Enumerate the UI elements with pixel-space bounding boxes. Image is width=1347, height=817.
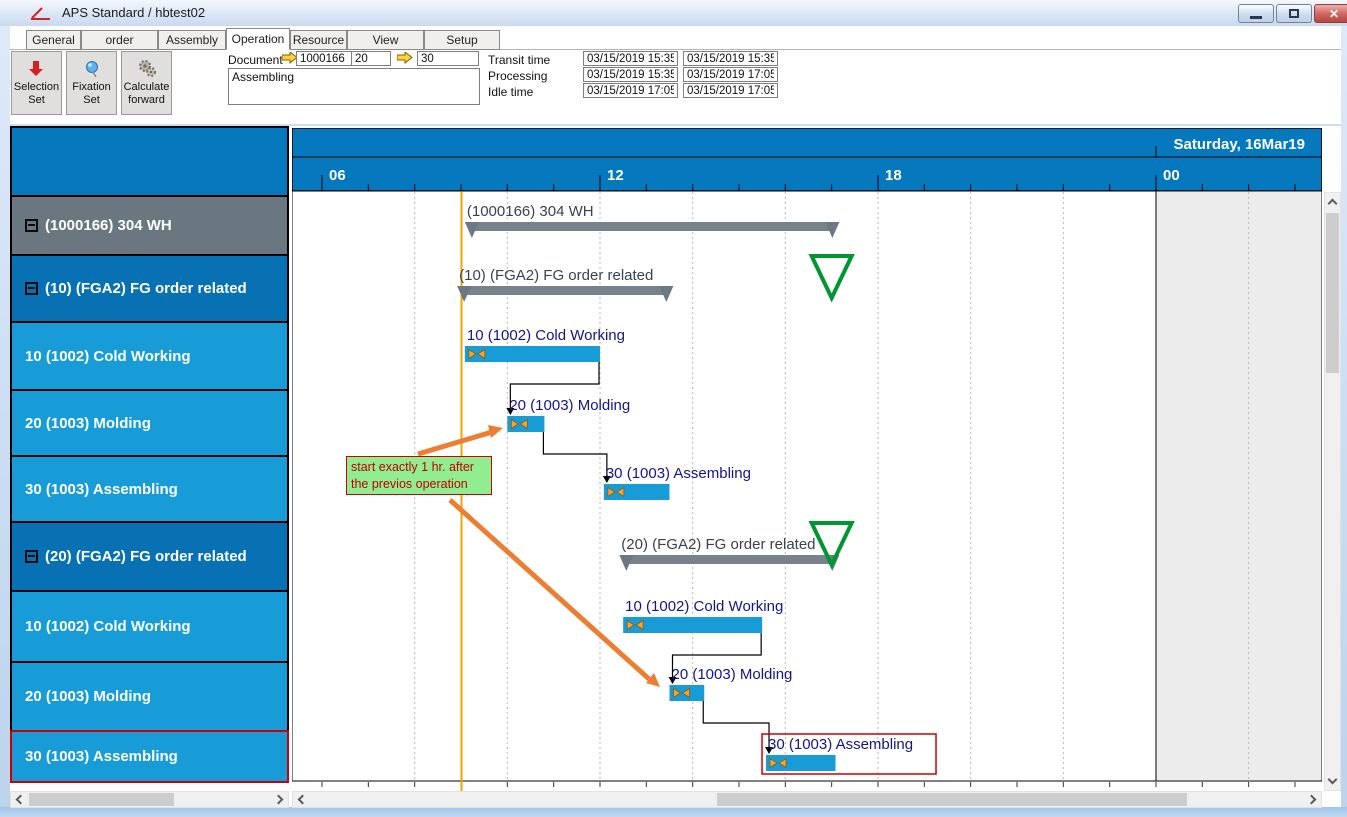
scroll-left-icon[interactable] [16,795,26,805]
tab-order[interactable]: order [81,30,158,50]
chart-vertical-scrollbar[interactable] [1324,192,1341,791]
toolbar-button-label: Calculate [124,81,170,94]
red-down-arrow-icon [29,57,44,81]
next-day-area [1156,192,1321,780]
arrow-right-icon [397,52,413,64]
sidebar-row-label: (20) (FGA2) FG order related [45,548,247,565]
operation-to-field[interactable] [417,51,479,66]
sidebar-row-label: 20 (1003) Molding [25,688,151,705]
tab-view[interactable]: View [347,30,424,50]
sidebar-row-label: 10 (1002) Cold Working [25,618,191,635]
annotation-note: start exactly 1 hr. after the previos op… [346,456,492,495]
scrollbar-thumb[interactable] [29,793,174,806]
sidebar-row[interactable]: 10 (1002) Cold Working [10,321,289,391]
operation-bar[interactable] [623,617,762,633]
collapse-icon[interactable] [25,219,38,232]
pushpin-icon [84,57,100,81]
scrollbar-thumb[interactable] [717,793,1187,806]
operation-description-box[interactable]: Assembling [228,68,480,105]
time-row-label: Processing [488,69,547,83]
selection-set-button[interactable]: SelectionSet [11,51,62,115]
sidebar-row-label: (10) (FGA2) FG order related [45,280,247,297]
scrollbar-thumb[interactable] [1326,213,1339,373]
app-window: APS Standard / hbtest02 ✕ GeneralorderAs… [0,0,1347,817]
minimize-button[interactable] [1238,4,1274,23]
gantt-row-label: 20 (1003) Molding [671,666,792,683]
sidebar-row[interactable]: 20 (1003) Molding [10,389,289,457]
tab-assembly[interactable]: Assembly [158,30,226,50]
sidebar-row[interactable]: (10) (FGA2) FG order related [10,254,289,323]
sidebar-row[interactable]: 10 (1002) Cold Working [10,590,289,663]
window-title: APS Standard / hbtest02 [62,5,205,20]
fixation-set-button[interactable]: FixationSet [66,51,117,115]
hour-label: 12 [607,167,624,184]
sidebar-header [10,126,289,197]
sidebar-row-label: 10 (1002) Cold Working [25,348,191,365]
gantt-row-label: (20) (FGA2) FG order related [621,536,815,553]
scroll-right-icon[interactable] [1307,795,1317,805]
close-icon: ✕ [1329,7,1339,21]
toolbar-button-label: Set [83,94,100,107]
scroll-left-icon[interactable] [298,795,308,805]
maximize-button[interactable] [1276,4,1312,23]
sidebar-row[interactable]: (1000166) 304 WH [10,195,289,256]
time-from-field[interactable] [583,67,678,82]
sidebar-row-label: 20 (1003) Molding [25,415,151,432]
time-row-label: Transit time [488,53,550,67]
sidebar-row-label: 30 (1003) Assembling [25,481,178,498]
hour-label: 18 [885,167,902,184]
time-to-field[interactable] [683,51,778,66]
sidebar-row-label: (1000166) 304 WH [45,217,172,234]
document-label: Document [228,53,283,67]
collapse-icon[interactable] [25,282,38,295]
gantt-row-label: 10 (1002) Cold Working [625,598,783,615]
day-header-label: Saturday, 16Mar19 [1174,136,1305,153]
time-to-field[interactable] [683,83,778,98]
time-from-field[interactable] [583,83,678,98]
calculate-forward-button[interactable]: Calculateforward [121,51,172,115]
time-to-field[interactable] [683,67,778,82]
toolbar-button-label: forward [128,94,165,107]
tab-strip: GeneralorderAssemblyOperationResourceVie… [10,28,1341,50]
hour-label: 00 [1163,167,1180,184]
sidebar-row[interactable]: 30 (1003) Assembling [10,455,289,523]
maximize-icon [1289,9,1299,18]
close-button[interactable]: ✕ [1314,4,1347,23]
chart-horizontal-scrollbar[interactable] [292,791,1322,808]
sidebar-row-label: 30 (1003) Assembling [25,748,178,765]
minimize-icon [1250,16,1262,19]
sidebar-row[interactable]: 30 (1003) Assembling [10,730,289,783]
gantt-row-label: 30 (1003) Assembling [768,736,913,753]
toolbar-button-label: Set [28,94,45,107]
tab-resource[interactable]: Resource [290,30,347,50]
scroll-right-icon[interactable] [274,795,284,805]
sidebar-horizontal-scrollbar[interactable] [10,791,289,808]
toolbar-button-label: Fixation [72,81,111,94]
gantt-row-label: 10 (1002) Cold Working [467,327,625,344]
gantt-row-label: 30 (1003) Assembling [606,465,751,482]
tab-setup[interactable]: Setup [424,30,500,50]
document-code-field[interactable] [296,51,358,66]
app-logo-icon [28,5,58,23]
time-from-field[interactable] [583,51,678,66]
operation-from-field[interactable] [351,51,391,66]
gantt-row-label: 20 (1003) Molding [509,397,630,414]
sidebar-row[interactable]: 20 (1003) Molding [10,661,289,732]
window-frame [0,807,1347,817]
toolbar-button-label: Selection [14,81,59,94]
collapse-icon[interactable] [25,550,38,563]
scroll-down-icon[interactable] [1328,775,1338,785]
sidebar-row[interactable]: (20) (FGA2) FG order related [10,521,289,592]
gantt-row-label: (10) (FGA2) FG order related [459,267,653,284]
tab-operation[interactable]: Operation [226,28,290,50]
hour-label: 06 [329,167,346,184]
time-row-label: Idle time [488,85,533,99]
scroll-up-icon[interactable] [1328,199,1338,209]
gears-icon [136,57,158,81]
title-bar: APS Standard / hbtest02 ✕ [0,0,1347,26]
tab-general[interactable]: General [26,30,81,50]
gantt-row-label: (1000166) 304 WH [467,203,594,220]
